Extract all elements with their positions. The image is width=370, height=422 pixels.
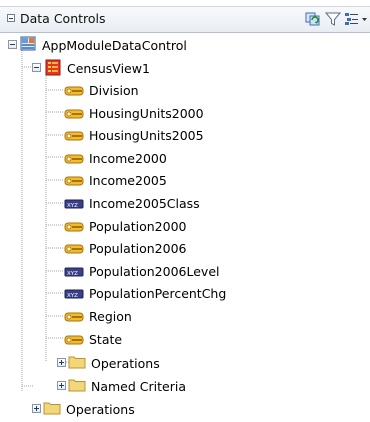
tree-node-attribute[interactable]: Population2006 (89, 241, 187, 256)
tree-node-censusview[interactable]: CensusView1 (67, 61, 150, 76)
tree-node-operations-view[interactable]: Operations (91, 356, 160, 371)
tree-node-attribute[interactable]: Income2005 (89, 173, 167, 188)
tree-node-attribute[interactable]: HousingUnits2005 (89, 128, 204, 143)
expand-toggle-operations-root[interactable] (32, 404, 41, 413)
tree-node-attribute[interactable]: PopulationPercentChg (89, 286, 226, 301)
folder-icon (43, 400, 61, 419)
svg-text:XYZ: XYZ (67, 271, 78, 277)
svg-text:XYZ: XYZ (67, 293, 78, 299)
tree-node-attribute[interactable]: Population2000 (89, 219, 187, 234)
svg-text:XYZ: XYZ (67, 203, 78, 209)
xyz-attribute-icon: XYZ (64, 265, 84, 282)
tree-node-operations-root[interactable]: Operations (66, 402, 135, 417)
key-attribute-icon (64, 84, 84, 101)
tree-node-attribute[interactable]: Region (89, 309, 132, 324)
tree-node-attribute[interactable]: Division (89, 83, 139, 98)
expand-toggle-named-criteria[interactable] (57, 381, 66, 390)
tree-node-attribute[interactable]: Income2005Class (89, 196, 200, 211)
tree-node-attribute[interactable]: State (89, 332, 122, 347)
folder-icon (68, 354, 86, 373)
key-attribute-icon (64, 242, 84, 259)
key-attribute-icon (64, 107, 84, 124)
key-attribute-icon (64, 152, 84, 169)
expand-toggle-operations-view[interactable] (57, 358, 66, 367)
key-attribute-icon (64, 333, 84, 350)
tree-node-attribute[interactable]: Income2000 (89, 151, 167, 166)
tree-node-attribute[interactable]: HousingUnits2000 (89, 106, 204, 121)
tree-node-attribute[interactable]: Population2006Level (89, 264, 219, 279)
xyz-attribute-icon: XYZ (64, 287, 84, 304)
xyz-attribute-icon: XYZ (64, 197, 84, 214)
key-attribute-icon (64, 310, 84, 327)
expand-toggle-root[interactable] (8, 40, 17, 49)
data-control-icon (19, 34, 39, 57)
key-attribute-icon (64, 174, 84, 191)
key-attribute-icon (64, 129, 84, 146)
folder-icon (68, 377, 86, 396)
data-controls-tree: AppModuleDataControl CensusView1 Divisio… (0, 0, 370, 422)
tree-node-root[interactable]: AppModuleDataControl (42, 38, 187, 53)
key-attribute-icon (64, 220, 84, 237)
view-object-icon (43, 58, 63, 81)
tree-node-named-criteria[interactable]: Named Criteria (91, 379, 186, 394)
expand-toggle-censusview[interactable] (32, 63, 41, 72)
